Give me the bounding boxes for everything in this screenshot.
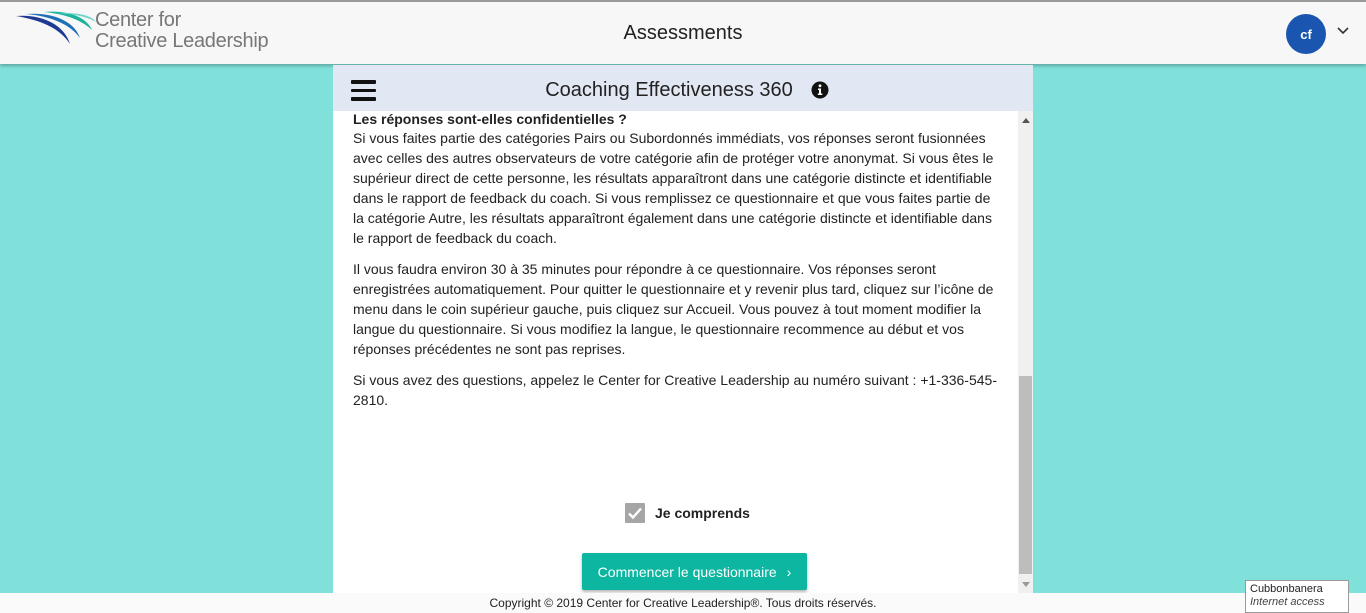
start-questionnaire-button[interactable]: Commencer le questionnaire › [582, 553, 807, 590]
instructions-content: Les réponses sont-elles confidentielles … [353, 111, 998, 593]
understand-checkbox-row[interactable]: Je comprends [625, 503, 750, 523]
chevron-down-icon[interactable] [1336, 26, 1350, 36]
tooltip-title: Cubbonbanera [1250, 583, 1323, 595]
assessment-title: Coaching Effectiveness 360 [333, 79, 1033, 102]
start-button-label: Commencer le questionnaire [597, 563, 777, 580]
chevron-right-icon: › [786, 563, 792, 580]
tooltip-subtitle: Internet access [1250, 596, 1325, 608]
assessment-panel: Coaching Effectiveness 360 Les réponses … [333, 65, 1033, 593]
footer-copyright: Copyright © 2019 Center for Creative Lea… [0, 593, 1366, 613]
content-scrollbar[interactable] [1018, 111, 1033, 593]
network-tooltip: Cubbonbanera Internet access [1245, 580, 1349, 613]
paragraph-contact: Si vous avez des questions, appelez le C… [353, 372, 997, 408]
scroll-up-arrow-icon[interactable] [1018, 113, 1033, 127]
scrollbar-thumb[interactable] [1019, 376, 1032, 574]
paragraph-duration: Il vous faudra environ 30 à 35 minutes p… [353, 261, 994, 357]
page-title: Assessments [623, 22, 743, 44]
panel-header: Coaching Effectiveness 360 [333, 65, 1033, 111]
top-bar: Center for Creative Leadership Assessmen… [0, 0, 1366, 64]
assessment-title-text: Coaching Effectiveness 360 [545, 79, 793, 101]
avatar[interactable]: cf [1286, 14, 1326, 54]
checkmark-icon [628, 507, 642, 520]
info-icon[interactable] [811, 81, 829, 99]
understand-checkbox[interactable] [625, 503, 645, 523]
section-heading: Les réponses sont-elles confidentielles … [353, 111, 627, 127]
paragraph-confidentiality: Si vous faites partie des catégories Pai… [353, 130, 994, 246]
understand-label: Je comprends [655, 505, 750, 521]
scroll-down-arrow-icon[interactable] [1018, 577, 1033, 591]
